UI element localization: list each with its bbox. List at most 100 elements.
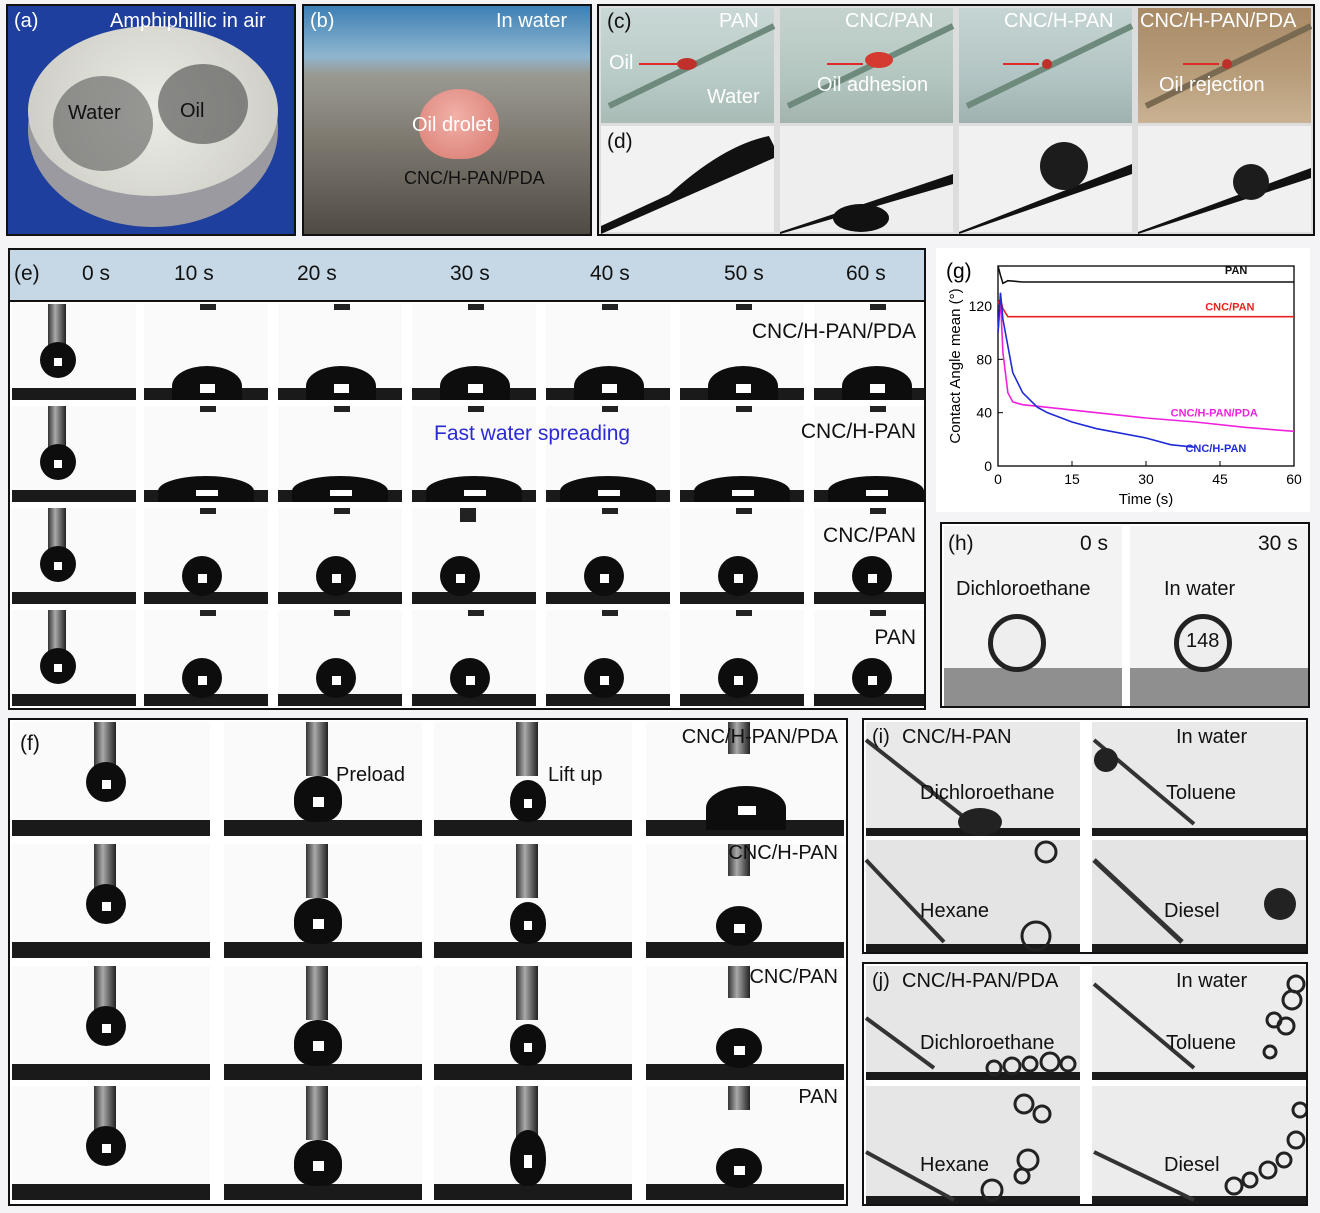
preload-drop xyxy=(294,1140,342,1186)
needle-tip xyxy=(736,406,752,412)
e-frame xyxy=(412,610,536,706)
ball-drop xyxy=(440,556,480,596)
ball-drop xyxy=(852,556,892,596)
e-row-label-4: PAN xyxy=(874,626,916,649)
x-tick-label: 0 xyxy=(994,471,1002,487)
spread-drop xyxy=(306,366,376,400)
spread-drop xyxy=(172,366,242,400)
h-time-30: 30 s xyxy=(1258,532,1298,555)
j-env-label: In water xyxy=(1176,970,1248,992)
c-adhesion-label: Oil adhesion xyxy=(817,74,929,96)
ball-drop xyxy=(316,658,356,698)
panel-h-label: (h) xyxy=(948,532,974,555)
needle xyxy=(728,1086,750,1110)
needle-tip xyxy=(334,406,350,412)
e-frame xyxy=(814,508,924,604)
panel-g: 0 15 30 45 60 0 40 80 120 Time (s) Contact Angle m… xyxy=(936,248,1310,512)
substrate xyxy=(434,942,632,958)
i-oil-3: Hexane xyxy=(920,900,989,922)
e-frame xyxy=(412,406,536,502)
preload-drop xyxy=(294,776,342,822)
panel-a-title: Amphiphillic in air xyxy=(110,10,266,32)
e-time-5: 50 s xyxy=(724,262,764,285)
panel-h: (h) 0 s 30 s Dichloroethane In water 148 xyxy=(940,522,1310,708)
needle-tip xyxy=(870,406,886,412)
oil-droplet-label: Oil drolet xyxy=(412,114,493,136)
e-frame xyxy=(278,406,402,502)
needle-tip xyxy=(200,508,216,514)
series-label: PAN xyxy=(1225,265,1247,277)
needle xyxy=(94,722,116,766)
water-drop xyxy=(86,1126,126,1166)
i-oil-1: Dichloroethane xyxy=(920,782,1055,804)
flat-drop xyxy=(158,476,254,502)
needle-tip xyxy=(736,508,752,514)
preload-drop xyxy=(294,1020,342,1066)
plot-frame xyxy=(997,265,1295,467)
c-title-3: CNC/H-PAN xyxy=(1004,10,1114,32)
i-oil-2: Toluene xyxy=(1166,782,1237,804)
needle-tip xyxy=(602,406,618,412)
panel-a-label: (a) xyxy=(14,10,39,32)
substrate xyxy=(412,592,536,604)
e-frame xyxy=(546,406,670,502)
flat-drop xyxy=(426,476,522,502)
needle-tip xyxy=(200,610,216,616)
y-tick-label: 40 xyxy=(976,405,992,421)
c-title-1: PAN xyxy=(719,10,759,32)
x-tick-label: 30 xyxy=(1138,471,1154,487)
needle xyxy=(94,844,116,888)
x-tick-label: 45 xyxy=(1212,471,1228,487)
e-time-0: 0 s xyxy=(82,262,111,285)
water-drop xyxy=(40,342,76,378)
needle-tip xyxy=(200,304,216,310)
flat-drop xyxy=(694,476,790,502)
f-frame xyxy=(434,844,632,958)
ball-drop xyxy=(584,556,624,596)
e-frame xyxy=(12,304,136,400)
panel-i: (i) CNC/H-PAN In water Dichloroethane To… xyxy=(862,718,1308,954)
oil-label: Oil xyxy=(180,100,205,122)
panel-b: (b) In water Oil drolet CNC/H-PAN/PDA xyxy=(302,4,592,236)
preload-label: Preload xyxy=(336,764,405,786)
j-oil-2: Toluene xyxy=(1166,1032,1237,1054)
e-frame xyxy=(546,508,670,604)
f-frame xyxy=(224,1086,422,1200)
needle xyxy=(516,966,538,1020)
y-tick-label: 0 xyxy=(984,458,992,474)
f-frame-grid xyxy=(10,720,846,1204)
water-drop xyxy=(40,444,76,480)
e-frame xyxy=(144,406,268,502)
ball-drop xyxy=(716,1148,762,1188)
spread-drop xyxy=(706,786,786,830)
liftup-drop xyxy=(510,780,546,822)
e-frame xyxy=(412,304,536,400)
h-left-label: Dichloroethane xyxy=(956,578,1091,600)
j-oil-3: Hexane xyxy=(920,1154,989,1176)
c-water-label: Water xyxy=(707,86,760,108)
f-row-label-3: CNC/PAN xyxy=(749,966,838,988)
c-oil-label: Oil xyxy=(609,52,634,74)
panel-c-label: (c) xyxy=(607,10,632,33)
water-label: Water xyxy=(68,102,121,124)
h-right-label: In water xyxy=(1164,578,1236,600)
x-axis-label: Time (s) xyxy=(1119,491,1173,508)
f-frame xyxy=(12,966,210,1080)
needle xyxy=(306,966,328,1020)
panel-a: (a) Amphiphillic in air Water Oil xyxy=(6,4,296,236)
ball-drop xyxy=(852,658,892,698)
water-drop xyxy=(86,762,126,802)
e-frame xyxy=(680,406,804,502)
e-frame xyxy=(12,508,136,604)
e-frame xyxy=(680,610,804,706)
substrate xyxy=(12,388,136,400)
substrate xyxy=(12,820,210,836)
series-label: CNC/H-PAN xyxy=(1185,443,1246,455)
needle xyxy=(306,1086,328,1140)
ball-drop xyxy=(182,658,222,698)
e-time-3: 30 s xyxy=(450,262,490,285)
y-tick-label: 120 xyxy=(969,298,993,314)
contact-angle-chart: 0 15 30 45 60 0 40 80 120 Time (s) Contact Angle m… xyxy=(946,260,1302,508)
j-oil-4: Diesel xyxy=(1164,1154,1220,1176)
ball-drop xyxy=(584,658,624,698)
